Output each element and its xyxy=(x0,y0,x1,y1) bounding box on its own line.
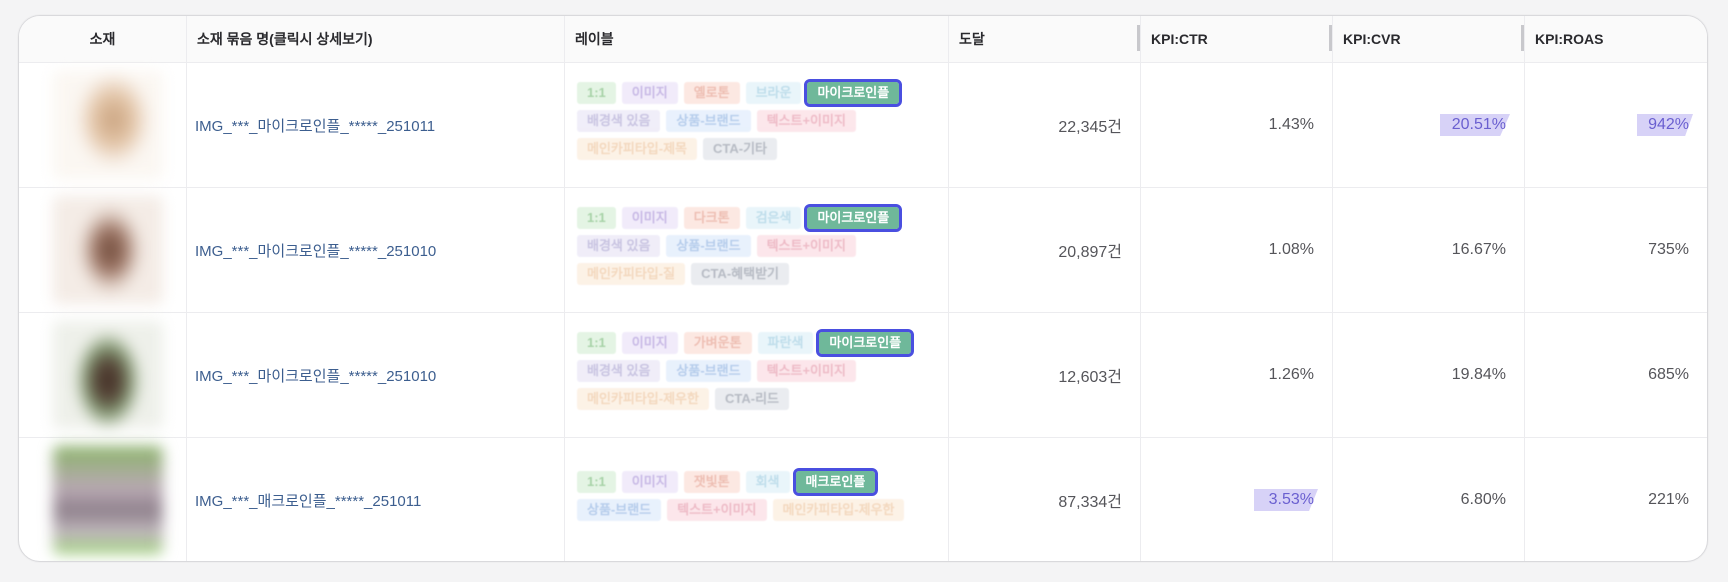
tag-highlighted: 마이크로인플 xyxy=(804,204,903,232)
table-row: IMG_***_마이크로인플_*****_251010 1:1 이미지 다크톤 … xyxy=(19,188,1707,313)
tag: 이미지 xyxy=(621,207,678,229)
thumbnail-cell xyxy=(19,313,187,437)
bundle-name-link[interactable]: IMG_***_마이크로인플_*****_251011 xyxy=(187,63,565,187)
bundle-name-link[interactable]: IMG_***_마이크로인플_*****_251010 xyxy=(187,188,565,312)
reach-value: 87,334건 xyxy=(949,438,1141,561)
tag: 1:1 xyxy=(577,471,616,493)
cvr-value: 6.80% xyxy=(1333,438,1525,561)
tag: 브라운 xyxy=(745,82,802,104)
tag: 배경색 있음 xyxy=(577,360,661,382)
tag: CTA-리드 xyxy=(714,388,789,410)
tag: 텍스트+이미지 xyxy=(756,110,856,132)
roas-value-highlighted: 942% xyxy=(1525,63,1707,187)
ctr-value-highlighted: 3.53% xyxy=(1141,438,1333,561)
tag-highlighted: 마이크로인플 xyxy=(804,79,903,107)
tag: 상품-브랜드 xyxy=(666,360,751,382)
thumbnail-cell xyxy=(19,438,187,561)
tag: 잿빛톤 xyxy=(683,471,740,493)
label-tags: 1:1 이미지 가벼운톤 파란색 마이크로인플 배경색 있음 상품-브랜드 텍스… xyxy=(565,313,949,437)
tag: 메인카피타입-제우한 xyxy=(772,499,905,521)
ctr-value: 1.43% xyxy=(1141,63,1333,187)
cvr-value: 16.67% xyxy=(1333,188,1525,312)
ctr-value: 1.26% xyxy=(1141,313,1333,437)
ctr-value: 1.08% xyxy=(1141,188,1333,312)
tag: CTA-혜택받기 xyxy=(691,263,789,285)
tag: 이미지 xyxy=(621,332,678,354)
creative-thumbnail[interactable] xyxy=(53,446,163,554)
creative-thumbnail[interactable] xyxy=(53,71,163,179)
tag: 텍스트+이미지 xyxy=(667,499,767,521)
col-header-reach[interactable]: 도달 xyxy=(949,16,1141,62)
thumbnail-cell xyxy=(19,63,187,187)
reach-value: 20,897건 xyxy=(949,188,1141,312)
table-row: IMG_***_마이크로인플_*****_251010 1:1 이미지 가벼운톤… xyxy=(19,313,1707,438)
tag: 메인카피타입-질 xyxy=(577,263,686,285)
col-header-ctr[interactable]: KPI:CTR xyxy=(1137,16,1333,62)
cvr-value: 19.84% xyxy=(1333,313,1525,437)
tag: 검은색 xyxy=(745,207,802,229)
tag: 1:1 xyxy=(577,207,616,229)
col-header-roas[interactable]: KPI:ROAS xyxy=(1521,16,1707,62)
tag: 메인카피타입-제목 xyxy=(577,138,698,160)
label-tags: 1:1 이미지 옐로톤 브라운 마이크로인플 배경색 있음 상품-브랜드 텍스트… xyxy=(565,63,949,187)
tag: 텍스트+이미지 xyxy=(756,235,856,257)
col-header-bundle-name[interactable]: 소재 묶음 명(클릭시 상세보기) xyxy=(187,16,565,62)
tag: 회색 xyxy=(745,471,790,493)
tag: 파란색 xyxy=(757,332,814,354)
tag: 텍스트+이미지 xyxy=(756,360,856,382)
reach-value: 12,603건 xyxy=(949,313,1141,437)
tag: 다크톤 xyxy=(683,207,740,229)
creative-table: 소재 소재 묶음 명(클릭시 상세보기) 레이블 도달 KPI:CTR KPI:… xyxy=(18,15,1708,562)
tag-highlighted: 매크로인플 xyxy=(792,468,879,496)
tag: CTA-기타 xyxy=(703,138,778,160)
reach-value: 22,345건 xyxy=(949,63,1141,187)
label-tags: 1:1 이미지 다크톤 검은색 마이크로인플 배경색 있음 상품-브랜드 텍스트… xyxy=(565,188,949,312)
tag: 1:1 xyxy=(577,82,616,104)
tag: 이미지 xyxy=(621,82,678,104)
bundle-name-link[interactable]: IMG_***_마이크로인플_*****_251010 xyxy=(187,313,565,437)
creative-thumbnail[interactable] xyxy=(53,321,163,429)
tag: 가벼운톤 xyxy=(683,332,752,354)
tag: 상품-브랜드 xyxy=(666,235,751,257)
creative-thumbnail[interactable] xyxy=(53,196,163,304)
tag: 옐로톤 xyxy=(683,82,740,104)
tag: 메인카피타입-제우한 xyxy=(577,388,709,410)
table-row: IMG_***_마이크로인플_*****_251011 1:1 이미지 옐로톤 … xyxy=(19,63,1707,188)
table-row: IMG_***_매크로인플_*****_251011 1:1 이미지 잿빛톤 회… xyxy=(19,438,1707,561)
tag-highlighted: 마이크로인플 xyxy=(816,329,915,357)
roas-value: 735% xyxy=(1648,241,1689,258)
tag: 상품-브랜드 xyxy=(577,499,662,521)
tag: 이미지 xyxy=(621,471,678,493)
tag: 1:1 xyxy=(577,332,616,354)
col-header-label[interactable]: 레이블 xyxy=(565,16,949,62)
col-header-creative[interactable]: 소재 xyxy=(19,16,187,62)
tag: 배경색 있음 xyxy=(577,110,661,132)
thumbnail-cell xyxy=(19,188,187,312)
roas-value: 685% xyxy=(1648,366,1689,383)
cvr-value-highlighted: 20.51% xyxy=(1333,63,1525,187)
col-header-cvr[interactable]: KPI:CVR xyxy=(1329,16,1525,62)
bundle-name-link[interactable]: IMG_***_매크로인플_*****_251011 xyxy=(187,438,565,561)
roas-value: 221% xyxy=(1648,491,1689,508)
table-header: 소재 소재 묶음 명(클릭시 상세보기) 레이블 도달 KPI:CTR KPI:… xyxy=(19,16,1707,63)
label-tags: 1:1 이미지 잿빛톤 회색 매크로인플 상품-브랜드 텍스트+이미지 메인카피… xyxy=(565,438,949,561)
tag: 상품-브랜드 xyxy=(666,110,751,132)
tag: 배경색 있음 xyxy=(577,235,661,257)
